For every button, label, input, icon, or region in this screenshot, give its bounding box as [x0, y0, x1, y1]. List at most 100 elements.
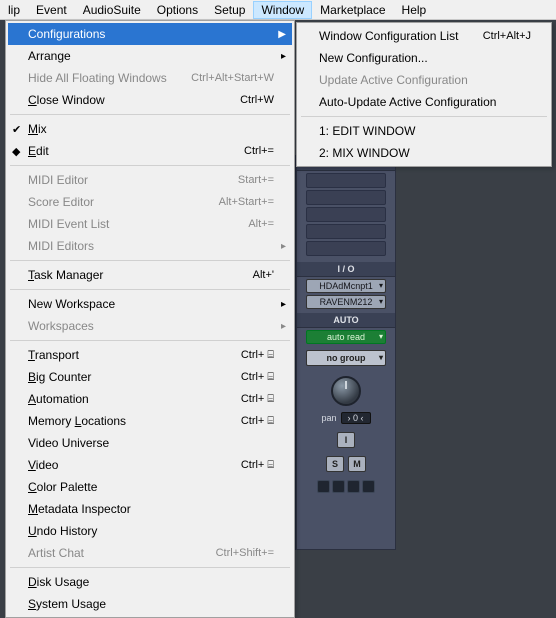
menu-big-counter[interactable]: Big Counter Ctrl+ ⌸ — [8, 366, 292, 388]
mixer-channel-strip: SENDS A-E I / O HDAdMcnpt1 RAVENM212 AUT… — [296, 155, 396, 550]
menu-label: Color Palette — [28, 480, 288, 494]
menu-separator — [10, 289, 290, 290]
menubar: lip Event AudioSuite Options Setup Windo… — [0, 0, 556, 20]
num-cell[interactable] — [332, 480, 345, 493]
menu-shortcut: Ctrl+ ⌸ — [241, 349, 288, 362]
menu-separator — [10, 567, 290, 568]
menu-options[interactable]: Options — [149, 1, 206, 19]
send-slot[interactable] — [306, 190, 386, 205]
mute-button[interactable]: M — [348, 456, 366, 472]
menu-auto-update-active-config[interactable]: Auto-Update Active Configuration — [299, 91, 549, 113]
menu-label: Task Manager — [28, 268, 253, 282]
numeric-pad — [317, 480, 375, 493]
send-slot[interactable] — [306, 173, 386, 188]
menu-label: Automation — [28, 392, 241, 406]
io-header: I / O — [297, 262, 395, 277]
menu-update-active-config: Update Active Configuration — [299, 69, 549, 91]
num-cell[interactable] — [362, 480, 375, 493]
menu-edit[interactable]: ◆ Edit Ctrl+= — [8, 140, 292, 162]
solo-button[interactable]: S — [326, 456, 344, 472]
send-slot[interactable] — [306, 224, 386, 239]
menu-shortcut: Ctrl+ ⌸ — [241, 415, 288, 428]
menu-system-usage[interactable]: System Usage — [8, 593, 292, 615]
group-selector[interactable]: no group — [306, 350, 386, 366]
automation-mode-selector[interactable]: auto read — [306, 330, 386, 344]
menu-close-window[interactable]: Close Window Ctrl+W — [8, 89, 292, 111]
input-monitor-button[interactable]: I — [337, 432, 355, 448]
menu-workspaces: Workspaces ▸ — [8, 315, 292, 337]
menu-config-preset-2[interactable]: 2: MIX WINDOW — [299, 142, 549, 164]
menu-label: Score Editor — [28, 195, 219, 209]
io-input-selector[interactable]: HDAdMcnpt1 — [306, 279, 386, 293]
menu-artist-chat: Artist Chat Ctrl+Shift+= — [8, 542, 292, 564]
menu-new-workspace[interactable]: New Workspace ▸ — [8, 293, 292, 315]
menu-midi-editors: MIDI Editors ▸ — [8, 235, 292, 257]
menu-window-config-list[interactable]: Window Configuration List Ctrl+Alt+J — [299, 25, 549, 47]
submenu-arrow-icon: ▸ — [281, 51, 286, 62]
menu-clip[interactable]: lip — [0, 1, 28, 19]
menu-transport[interactable]: Transport Ctrl+ ⌸ — [8, 344, 292, 366]
pan-knob[interactable] — [331, 376, 361, 406]
pan-value: › 0 ‹ — [341, 412, 371, 424]
check-icon: ✔ — [12, 123, 21, 136]
menu-label: Big Counter — [28, 370, 241, 384]
menu-shortcut: Alt+' — [253, 269, 288, 281]
menu-label: Configurations — [28, 27, 288, 41]
menu-label: 2: MIX WINDOW — [319, 146, 545, 160]
menu-memory-locations[interactable]: Memory Locations Ctrl+ ⌸ — [8, 410, 292, 432]
menu-label: MIDI Event List — [28, 217, 248, 231]
diamond-icon: ◆ — [12, 145, 20, 158]
menu-metadata-inspector[interactable]: Metadata Inspector — [8, 498, 292, 520]
menu-disk-usage[interactable]: Disk Usage — [8, 571, 292, 593]
menu-label: New Workspace — [28, 297, 288, 311]
menu-window[interactable]: Window — [253, 1, 312, 19]
num-cell[interactable] — [317, 480, 330, 493]
menu-label: MIDI Editors — [28, 239, 288, 253]
num-cell[interactable] — [347, 480, 360, 493]
menu-undo-history[interactable]: Undo History — [8, 520, 292, 542]
menu-label: Edit — [28, 144, 244, 158]
menu-label: Close Window — [28, 93, 240, 107]
menu-score-editor: Score Editor Alt+Start+= — [8, 191, 292, 213]
menu-separator — [301, 116, 547, 117]
menu-shortcut: Ctrl+= — [244, 145, 288, 157]
menu-label: MIDI Editor — [28, 173, 238, 187]
configurations-submenu: Window Configuration List Ctrl+Alt+J New… — [296, 22, 552, 167]
menu-marketplace[interactable]: Marketplace — [312, 1, 393, 19]
menu-separator — [10, 165, 290, 166]
send-slot[interactable] — [306, 241, 386, 256]
menu-setup[interactable]: Setup — [206, 1, 253, 19]
menu-label: Auto-Update Active Configuration — [319, 95, 545, 109]
submenu-arrow-icon: ▶ — [278, 29, 286, 40]
menu-audiosuite[interactable]: AudioSuite — [75, 1, 149, 19]
menu-shortcut: Alt+Start+= — [219, 196, 288, 208]
menu-task-manager[interactable]: Task Manager Alt+' — [8, 264, 292, 286]
menu-video[interactable]: Video Ctrl+ ⌸ — [8, 454, 292, 476]
menu-label: Artist Chat — [28, 546, 216, 560]
menu-label: Video — [28, 458, 241, 472]
menu-shortcut: Ctrl+ ⌸ — [241, 393, 288, 406]
submenu-arrow-icon: ▸ — [281, 241, 286, 252]
menu-label: Arrange — [28, 49, 288, 63]
menu-shortcut: Ctrl+W — [240, 94, 288, 106]
menu-shortcut: Start+= — [238, 174, 288, 186]
submenu-arrow-icon: ▸ — [281, 321, 286, 332]
menu-new-configuration[interactable]: New Configuration... — [299, 47, 549, 69]
menu-shortcut: Ctrl+Alt+J — [483, 30, 545, 42]
menu-event[interactable]: Event — [28, 1, 75, 19]
menu-label: Window Configuration List — [319, 29, 483, 43]
menu-automation[interactable]: Automation Ctrl+ ⌸ — [8, 388, 292, 410]
menu-mix[interactable]: ✔ Mix — [8, 118, 292, 140]
menu-label: Undo History — [28, 524, 288, 538]
menu-video-universe[interactable]: Video Universe — [8, 432, 292, 454]
send-slot[interactable] — [306, 207, 386, 222]
menu-label: Update Active Configuration — [319, 73, 545, 87]
menu-configurations[interactable]: Configurations ▶ — [8, 23, 292, 45]
menu-help[interactable]: Help — [394, 1, 435, 19]
io-output-selector[interactable]: RAVENM212 — [306, 295, 386, 309]
menu-config-preset-1[interactable]: 1: EDIT WINDOW — [299, 120, 549, 142]
menu-color-palette[interactable]: Color Palette — [8, 476, 292, 498]
menu-label: Disk Usage — [28, 575, 288, 589]
pan-readout: pan › 0 ‹ — [321, 412, 370, 424]
menu-arrange[interactable]: Arrange ▸ — [8, 45, 292, 67]
